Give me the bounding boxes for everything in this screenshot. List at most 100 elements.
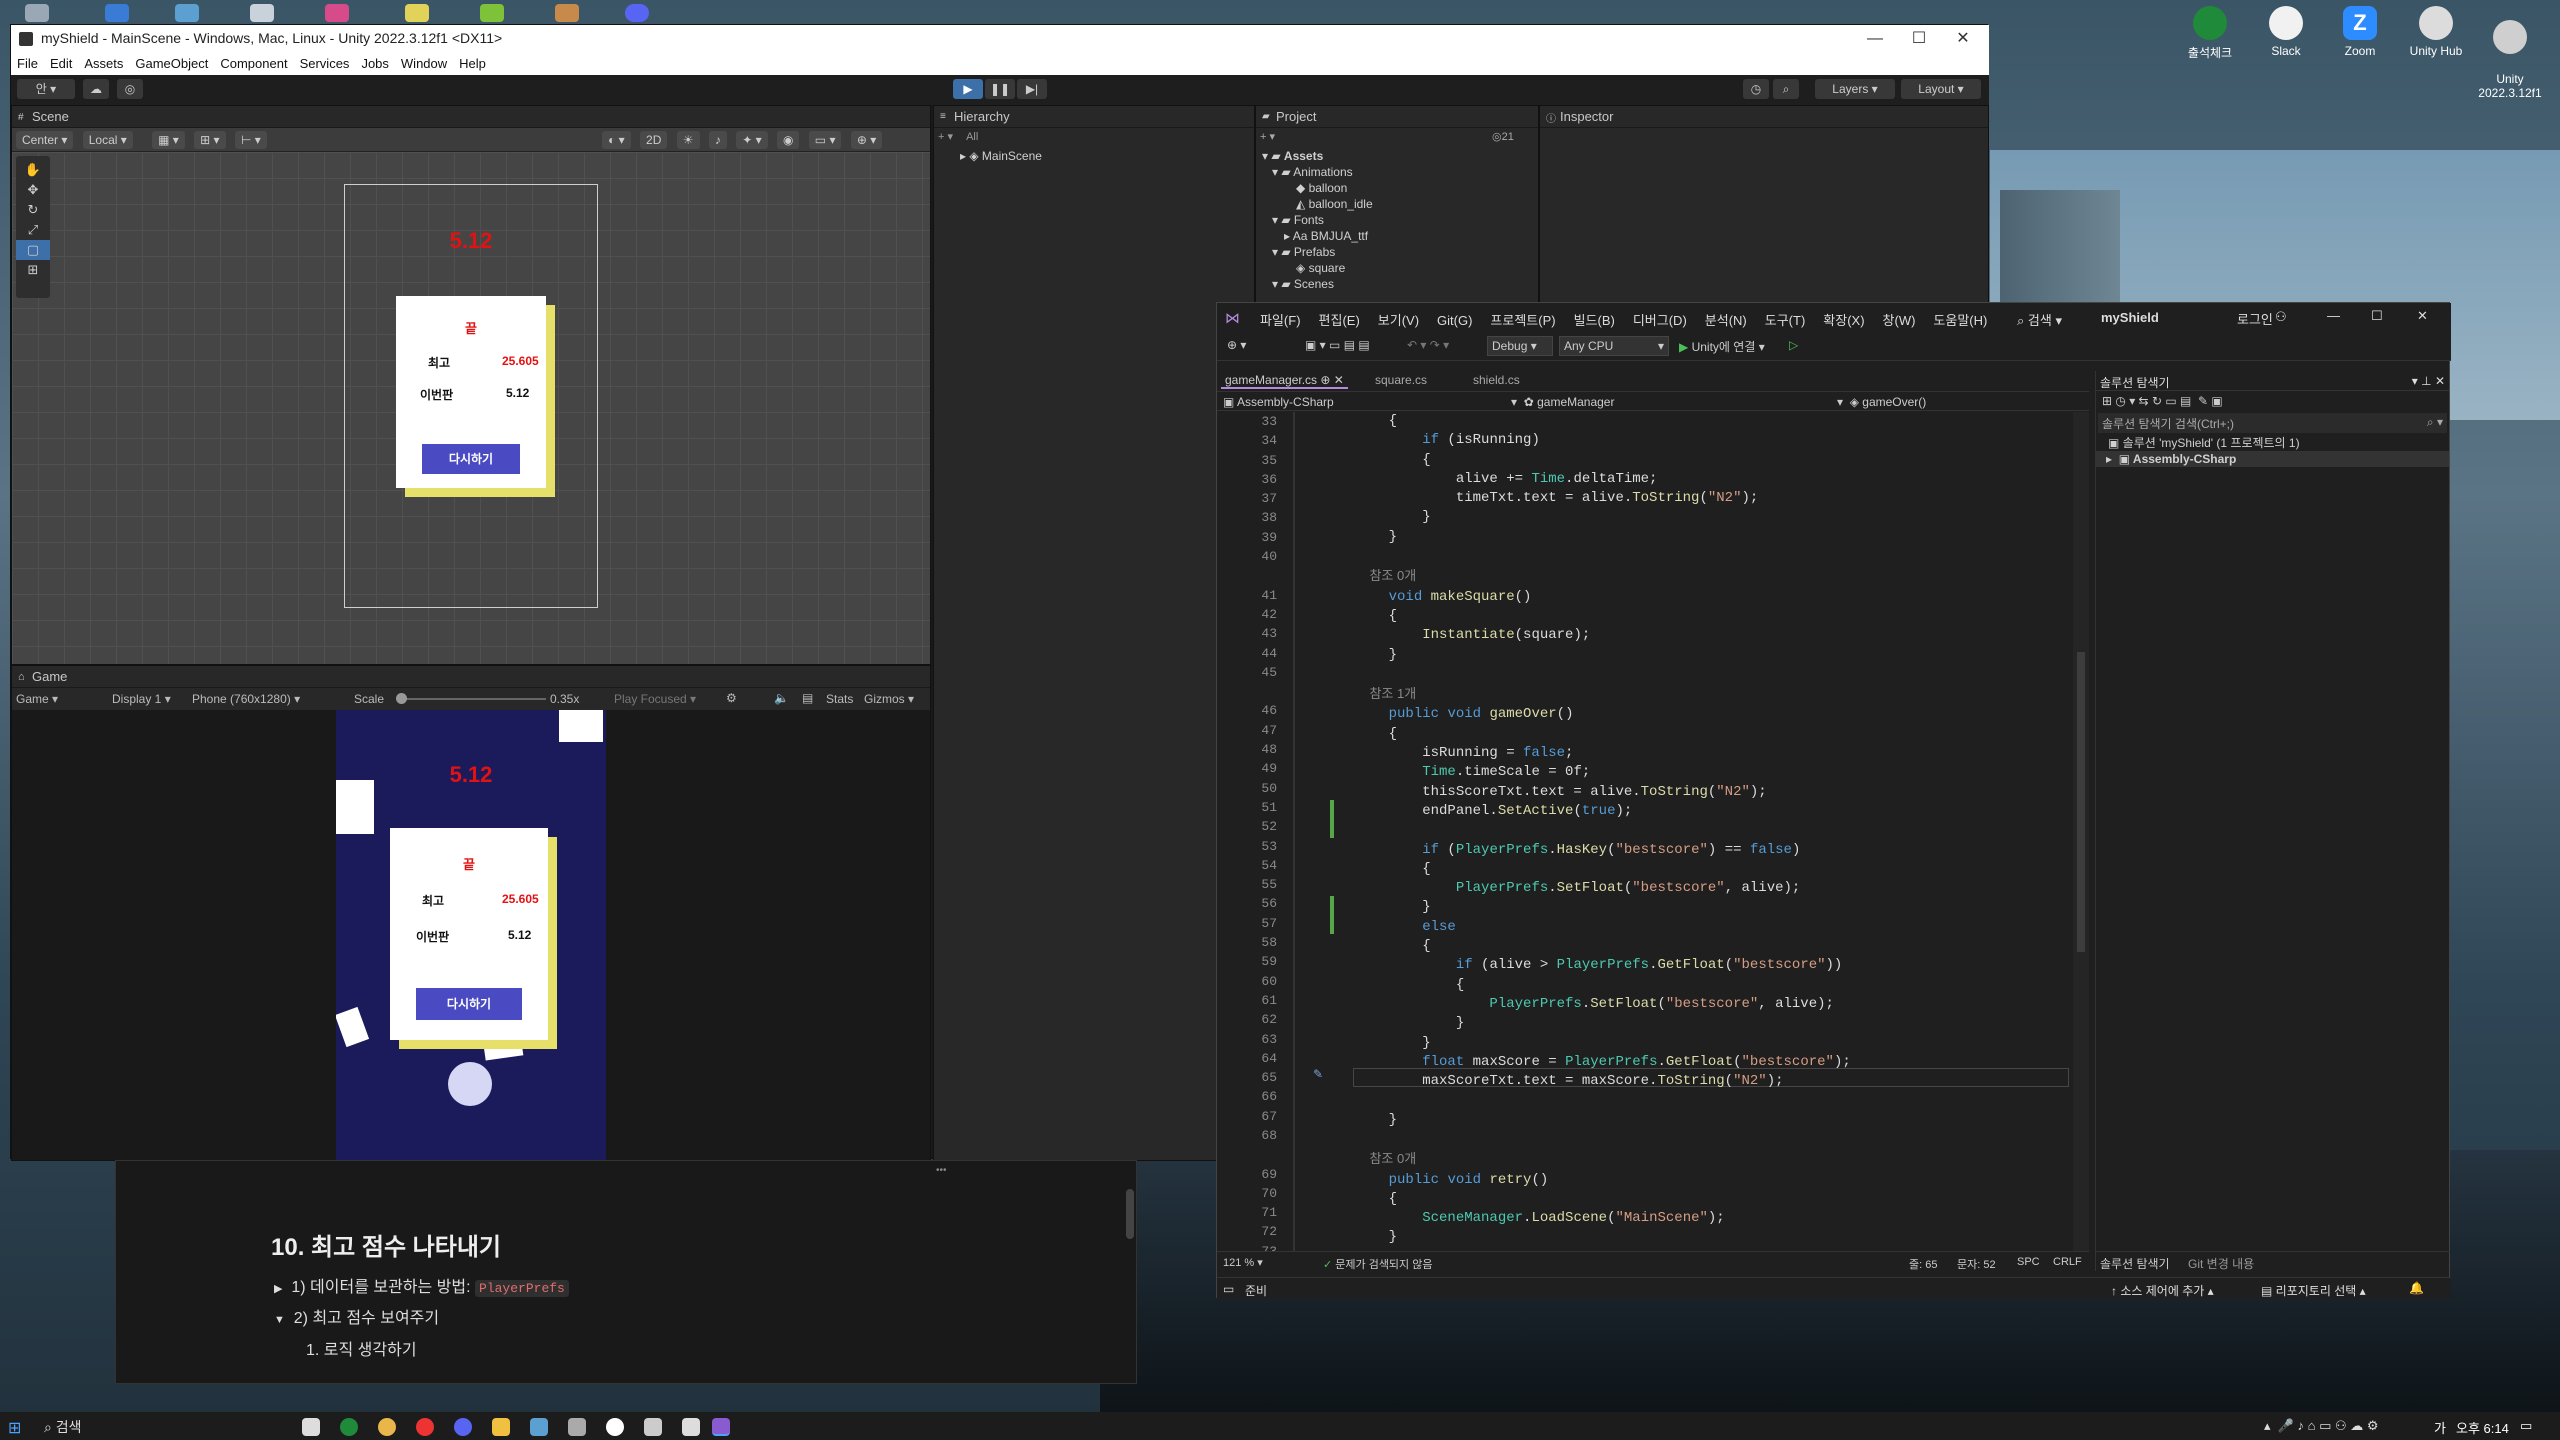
clock[interactable]: 오후 6:14: [2456, 1418, 2509, 1437]
vs-menu-build[interactable]: 빌드(B): [1565, 303, 1624, 329]
desktop-app-icon[interactable]: [480, 4, 504, 22]
lighting-icon[interactable]: ☀: [676, 131, 700, 149]
collab-icon[interactable]: ◎: [117, 79, 143, 99]
nav-back-icon[interactable]: ⊕ ▾: [1227, 338, 1246, 352]
code-line[interactable]: {: [1355, 451, 1851, 470]
code-line[interactable]: if (alive > PlayerPrefs.GetFloat("bestsc…: [1355, 956, 1851, 975]
new-file-icon[interactable]: ▣ ▾ ▭ ▤ ▤: [1305, 338, 1370, 352]
scale-tool-icon[interactable]: ⤢: [16, 220, 50, 240]
code-line[interactable]: isRunning = false;: [1355, 744, 1851, 763]
code-editor[interactable]: 33 34 35 36 37 38 39 40 41 42 43 44 45 46 47 48 49 50 51…: [1217, 412, 2075, 1251]
line-endings[interactable]: CRLF: [2053, 1256, 2082, 1268]
play-mode-dropdown[interactable]: Play Focused ▾: [614, 692, 696, 706]
search-icon[interactable]: ⌕: [1773, 79, 1799, 99]
hierarchy-search[interactable]: + ▾ All: [934, 128, 1254, 148]
cloud-icon[interactable]: ☁: [83, 79, 109, 99]
project-item[interactable]: ▾ ▰ Prefabs: [1256, 244, 1538, 260]
code-line[interactable]: {: [1355, 725, 1851, 744]
code-line[interactable]: if (PlayerPrefs.HasKey("bestscore") == f…: [1355, 841, 1851, 860]
menu-services[interactable]: Services: [294, 53, 356, 71]
layers-dropdown[interactable]: Layers ▾: [1815, 79, 1895, 99]
desktop-icon-unity-hub[interactable]: Unity Hub: [2396, 6, 2476, 58]
attach-unity-button[interactable]: ▶ Unity에 연결 ▾: [1679, 338, 1765, 355]
vs-menu-project[interactable]: 프로젝트(P): [1481, 303, 1564, 329]
space-dropdown[interactable]: Local ▾: [82, 131, 133, 149]
vs-minimize-button[interactable]: —: [2327, 308, 2340, 323]
snap-increment-icon[interactable]: ⊞ ▾: [194, 131, 226, 149]
tab-shield[interactable]: shield.cs: [1473, 373, 1520, 387]
pivot-dropdown[interactable]: Center ▾: [16, 131, 74, 149]
zoom-dropdown[interactable]: 121 % ▾: [1223, 1256, 1263, 1269]
menu-component[interactable]: Component: [214, 53, 293, 71]
code-line[interactable]: public void retry(): [1355, 1171, 1851, 1190]
menu-gameobject[interactable]: GameObject: [129, 53, 214, 71]
code-line[interactable]: [1355, 821, 1851, 840]
grid-snap-icon[interactable]: ▦ ▾: [152, 131, 185, 149]
code-line[interactable]: void makeSquare(): [1355, 588, 1851, 607]
menu-edit[interactable]: Edit: [44, 53, 78, 71]
menu-help[interactable]: Help: [453, 53, 492, 71]
notion-scrollbar[interactable]: [1126, 1189, 1134, 1239]
ruler-icon[interactable]: ⊢ ▾: [234, 131, 267, 149]
taskbar-search[interactable]: ⌕ 검색: [44, 1417, 294, 1435]
chrome-icon[interactable]: [378, 1418, 396, 1436]
camera-icon[interactable]: ▭ ▾: [808, 131, 842, 149]
code-line[interactable]: PlayerPrefs.SetFloat("bestscore", alive)…: [1355, 879, 1851, 898]
recorder-icon[interactable]: [416, 1418, 434, 1436]
undo-icon[interactable]: ↶ ▾ ↷ ▾: [1407, 338, 1449, 352]
toggle-item-1[interactable]: ▶ 1) 데이터를 보관하는 방법: PlayerPrefs: [274, 1273, 569, 1297]
tab-solution-explorer[interactable]: 솔루션 탐색기: [2100, 1255, 2170, 1272]
account-dropdown[interactable]: 안 ▾: [17, 79, 75, 99]
desktop-icon-attendance[interactable]: 출석체크: [2170, 6, 2250, 61]
panel-close-icon[interactable]: ▾ ⊥ ✕: [2412, 374, 2445, 388]
code-line[interactable]: {: [1355, 1190, 1851, 1209]
vs-maximize-button[interactable]: ☐: [2371, 308, 2383, 324]
solution-search[interactable]: 솔루션 탐색기 검색(Ctrl+;) ⌕ ▾: [2098, 413, 2447, 433]
display-dropdown[interactable]: Display 1 ▾: [112, 692, 171, 706]
code-line[interactable]: SceneManager.LoadScene("MainScene");: [1355, 1209, 1851, 1228]
speaker-icon[interactable]: 🔈: [774, 691, 789, 705]
desktop-app-icon[interactable]: [175, 4, 199, 22]
file-explorer-icon[interactable]: [492, 1418, 510, 1436]
code-line[interactable]: [1355, 665, 1851, 684]
input-language[interactable]: 가: [2434, 1418, 2446, 1437]
vs-menu-git[interactable]: Git(G): [1428, 306, 1481, 328]
menu-file[interactable]: File: [11, 53, 44, 71]
editor-scrollbar[interactable]: [2073, 412, 2089, 1251]
code-line[interactable]: [1355, 1091, 1851, 1110]
code-line[interactable]: maxScoreTxt.text = maxScore.ToString("N2…: [1355, 1072, 1851, 1091]
rotate-tool-icon[interactable]: ↻: [16, 200, 50, 220]
project-item[interactable]: ◈ square: [1256, 260, 1538, 276]
desktop-icon-slack[interactable]: Slack: [2246, 6, 2326, 58]
desktop-icon-zoom[interactable]: Z Zoom: [2320, 6, 2400, 58]
code-line[interactable]: {: [1355, 412, 1851, 431]
code-line[interactable]: alive += Time.deltaTime;: [1355, 470, 1851, 489]
project-item[interactable]: ▸ Aa BMJUA_ttf: [1256, 228, 1538, 244]
retry-button[interactable]: 다시하기: [416, 988, 522, 1020]
project-item[interactable]: ◆ balloon: [1256, 180, 1538, 196]
tab-square[interactable]: square.cs: [1375, 373, 1427, 387]
start-without-debug-icon[interactable]: ▷: [1789, 338, 1798, 352]
code-line[interactable]: }: [1355, 898, 1851, 917]
code-text[interactable]: { if (isRunning) { alive += Time.deltaTi…: [1355, 412, 1851, 1251]
toggle-item-2[interactable]: ▼ 2) 최고 점수 보여주기: [274, 1304, 439, 1328]
solution-node[interactable]: ▣ 솔루션 'myShield' (1 프로젝트의 1): [2096, 433, 2449, 451]
select-repository[interactable]: ▤ 리포지토리 선택 ▴: [2261, 1282, 2366, 1299]
shading-dropdown[interactable]: ◐ ▾: [602, 131, 631, 149]
resolution-dropdown[interactable]: Phone (760x1280) ▾: [192, 692, 300, 706]
discord-icon[interactable]: [625, 4, 649, 22]
code-line[interactable]: }: [1355, 1228, 1851, 1247]
effects-icon[interactable]: ✦ ▾: [736, 131, 768, 149]
code-line[interactable]: {: [1355, 607, 1851, 626]
scale-slider[interactable]: [396, 698, 546, 700]
vs-menu-file[interactable]: 파일(F): [1251, 303, 1310, 329]
code-line[interactable]: 참조 0개: [1355, 566, 1851, 587]
vs-menu-edit[interactable]: 편집(E): [1310, 303, 1369, 329]
desktop-icon-unity-editor[interactable]: Unity 2022.3.12f1: [2470, 6, 2550, 114]
project-node[interactable]: ▸ ▣ Assembly-CSharp: [2096, 451, 2449, 467]
toggle-2d-button[interactable]: 2D: [640, 131, 668, 149]
desktop-app-icon[interactable]: [405, 4, 429, 22]
visual-studio-icon[interactable]: [712, 1418, 730, 1436]
code-line[interactable]: }: [1355, 646, 1851, 665]
app-icon[interactable]: [568, 1418, 586, 1436]
